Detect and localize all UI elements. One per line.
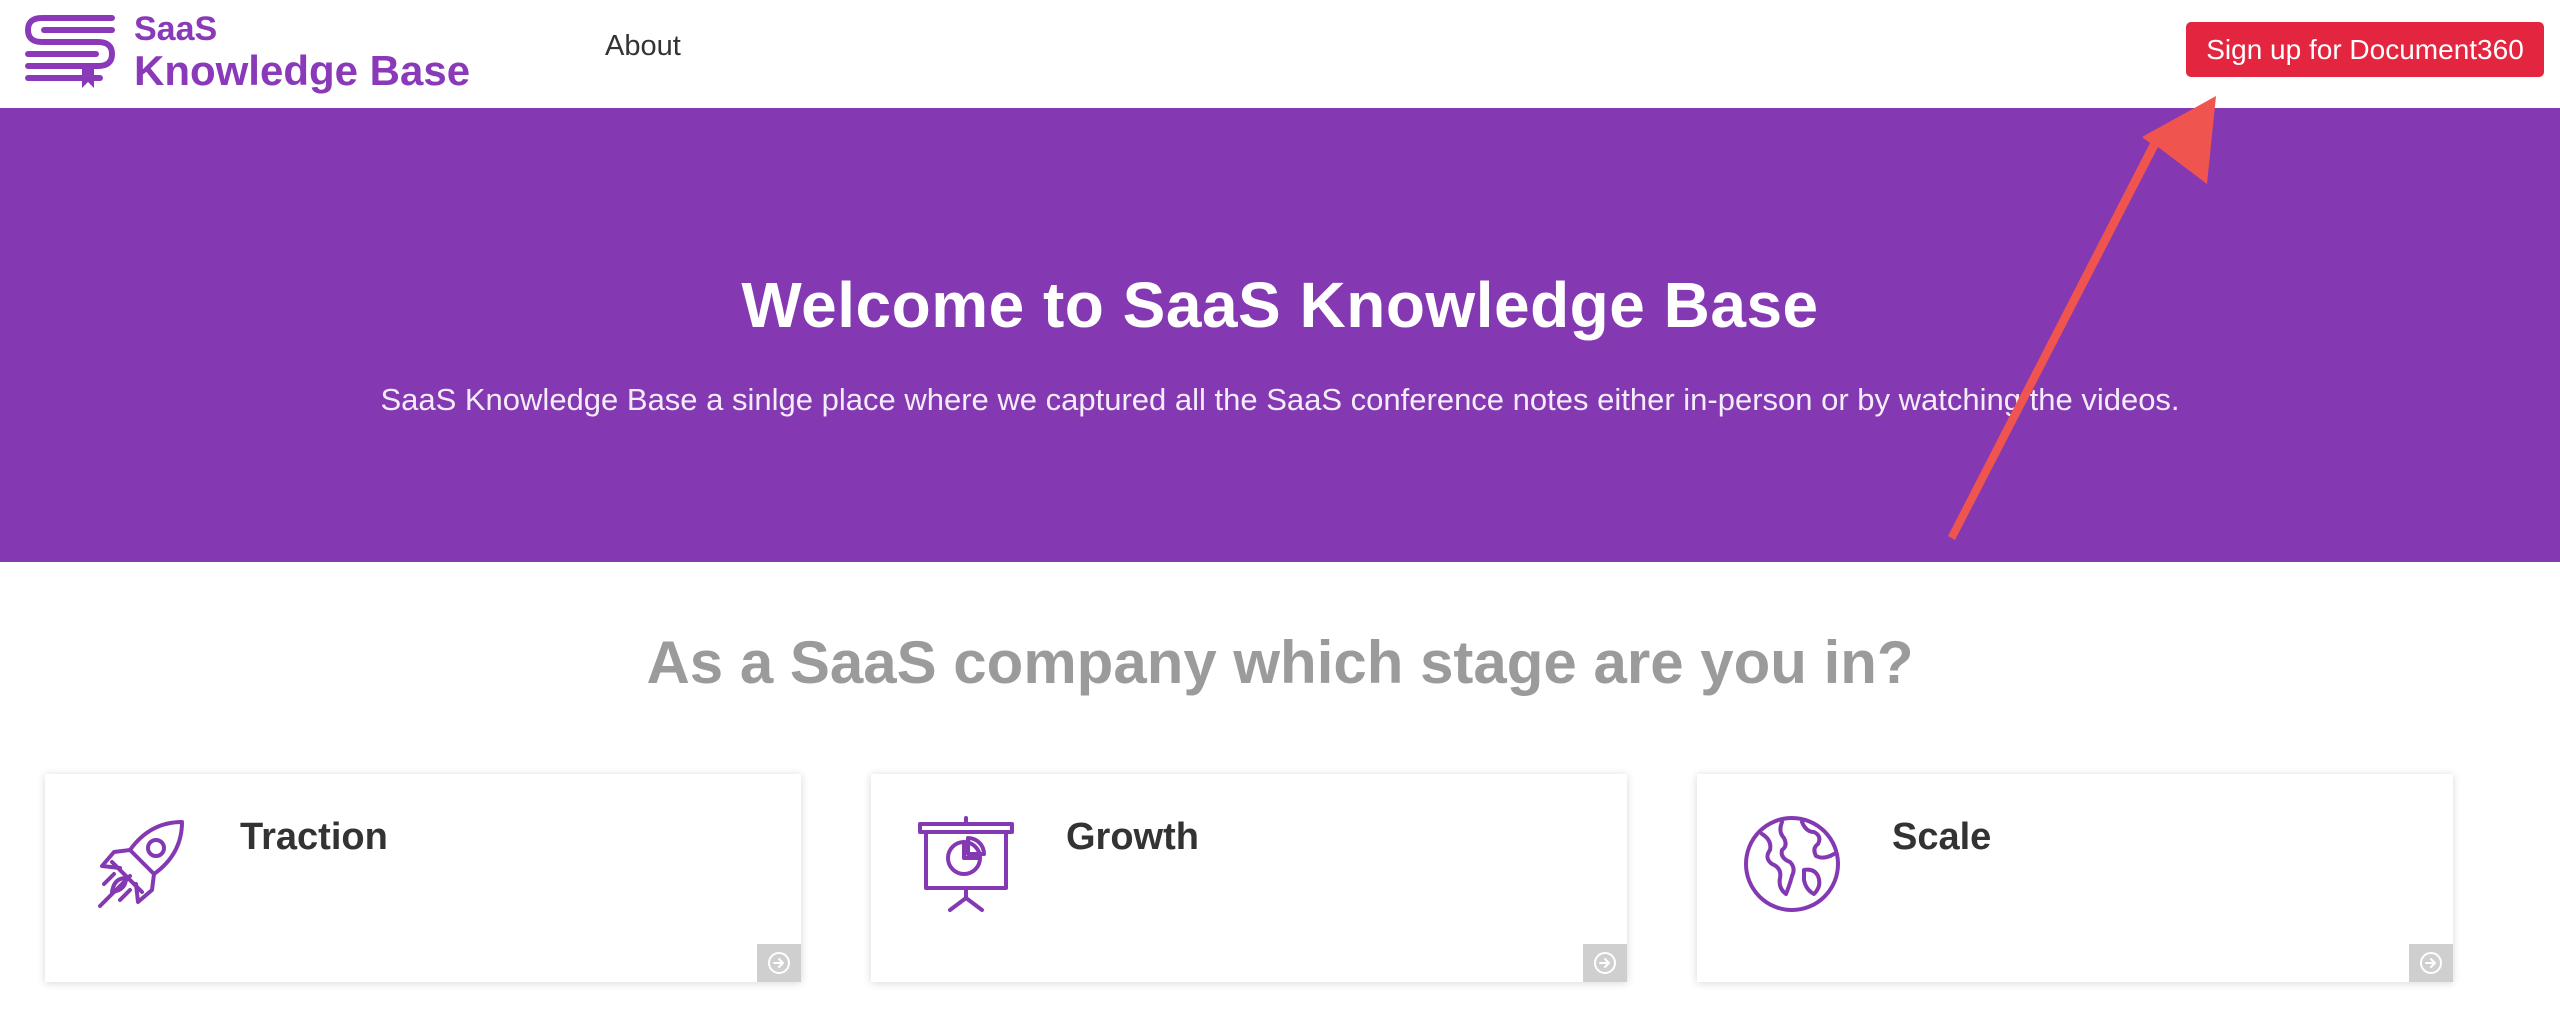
logo-text-line2: Knowledge Base <box>134 47 471 94</box>
hero-subtitle: SaaS Knowledge Base a sinlge place where… <box>380 382 2180 417</box>
stage-heading: As a SaaS company which stage are you in… <box>646 629 1914 696</box>
site-logo[interactable]: SaaS Knowledge Base <box>20 12 470 92</box>
arrow-circle-right-icon <box>1594 952 1616 974</box>
logo-text-line1: SaaS <box>134 10 218 48</box>
presentation-board-icon <box>916 814 1016 914</box>
stage-cards: Traction Growth Scale <box>45 774 2455 982</box>
card-title: Traction <box>240 816 388 858</box>
card-arrow-button[interactable] <box>757 944 801 982</box>
card-title: Scale <box>1892 816 1992 858</box>
stage-card-growth[interactable]: Growth <box>871 774 1627 982</box>
card-title: Growth <box>1066 816 1199 858</box>
globe-icon <box>1742 814 1842 914</box>
stage-card-traction[interactable]: Traction <box>45 774 801 982</box>
stacked-books-s-logo-icon <box>24 15 116 88</box>
rocket-icon <box>90 814 190 914</box>
hero-banner: Welcome to SaaS Knowledge Base SaaS Know… <box>0 108 2560 562</box>
nav-about-link[interactable]: About <box>605 30 681 63</box>
arrow-circle-right-icon <box>768 952 790 974</box>
card-arrow-button[interactable] <box>2409 944 2453 982</box>
arrow-circle-right-icon <box>2420 952 2442 974</box>
stage-card-scale[interactable]: Scale <box>1697 774 2453 982</box>
hero-title: Welcome to SaaS Knowledge Base <box>741 269 1819 341</box>
signup-button[interactable]: Sign up for Document360 <box>2186 22 2544 77</box>
site-header: SaaS Knowledge Base About Sign up for Do… <box>0 0 2560 108</box>
card-arrow-button[interactable] <box>1583 944 1627 982</box>
